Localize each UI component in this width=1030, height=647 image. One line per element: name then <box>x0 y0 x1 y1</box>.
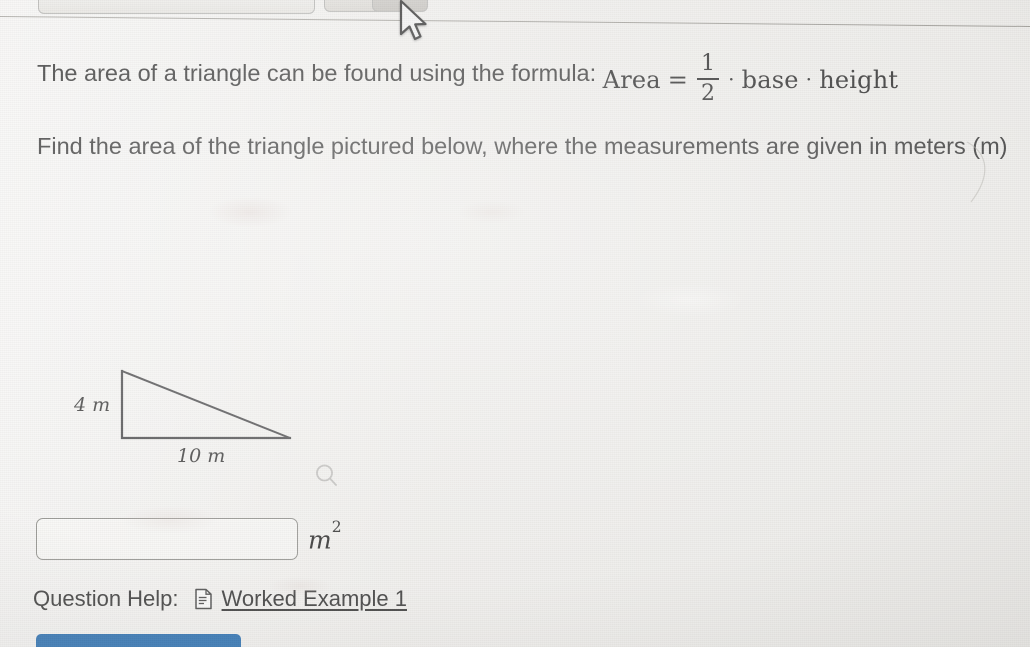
header-divider <box>0 16 1030 28</box>
chrome-address-field[interactable] <box>38 0 315 14</box>
formula-line: The area of a triangle can be found usin… <box>37 53 899 106</box>
unit-base: m <box>308 525 332 555</box>
unit-exponent: 2 <box>331 517 342 536</box>
formula-dot-1: · <box>728 67 735 91</box>
question-help-label: Question Help: <box>33 586 179 611</box>
top-chrome-strip <box>0 0 1030 16</box>
formula-dot-2: · <box>805 67 813 91</box>
document-icon <box>194 588 212 610</box>
screen-photo: The area of a triangle can be found usin… <box>0 0 1030 647</box>
formula-base-term: base <box>741 66 799 94</box>
question-prompt: Find the area of the triangle pictured b… <box>37 133 1008 159</box>
fraction-bar <box>697 78 720 80</box>
one-half-fraction: 1 2 <box>695 53 721 105</box>
area-formula: Area = 1 2 · base · height <box>602 53 899 106</box>
triangle-base-label: 10 m <box>177 445 226 467</box>
formula-equals: = <box>667 66 689 94</box>
formula-intro-text: The area of a triangle can be found usin… <box>37 60 597 86</box>
answer-row: m2 <box>36 518 342 560</box>
fraction-denominator: 2 <box>701 81 716 106</box>
formula-height-term: height <box>819 66 899 94</box>
answer-unit-label: m2 <box>308 518 342 555</box>
worked-example-link[interactable]: Worked Example 1 <box>222 586 407 612</box>
arrow-pointer-cursor <box>399 0 427 41</box>
formula-lhs: Area <box>602 66 661 94</box>
triangle-height-label: 4 m <box>74 394 111 416</box>
fraction-numerator: 1 <box>701 51 716 76</box>
question-help-row: Question Help: Worked Example 1 <box>33 586 407 612</box>
answer-input[interactable] <box>36 518 298 560</box>
submit-button[interactable] <box>36 634 241 647</box>
magnifier-icon[interactable] <box>312 461 342 491</box>
